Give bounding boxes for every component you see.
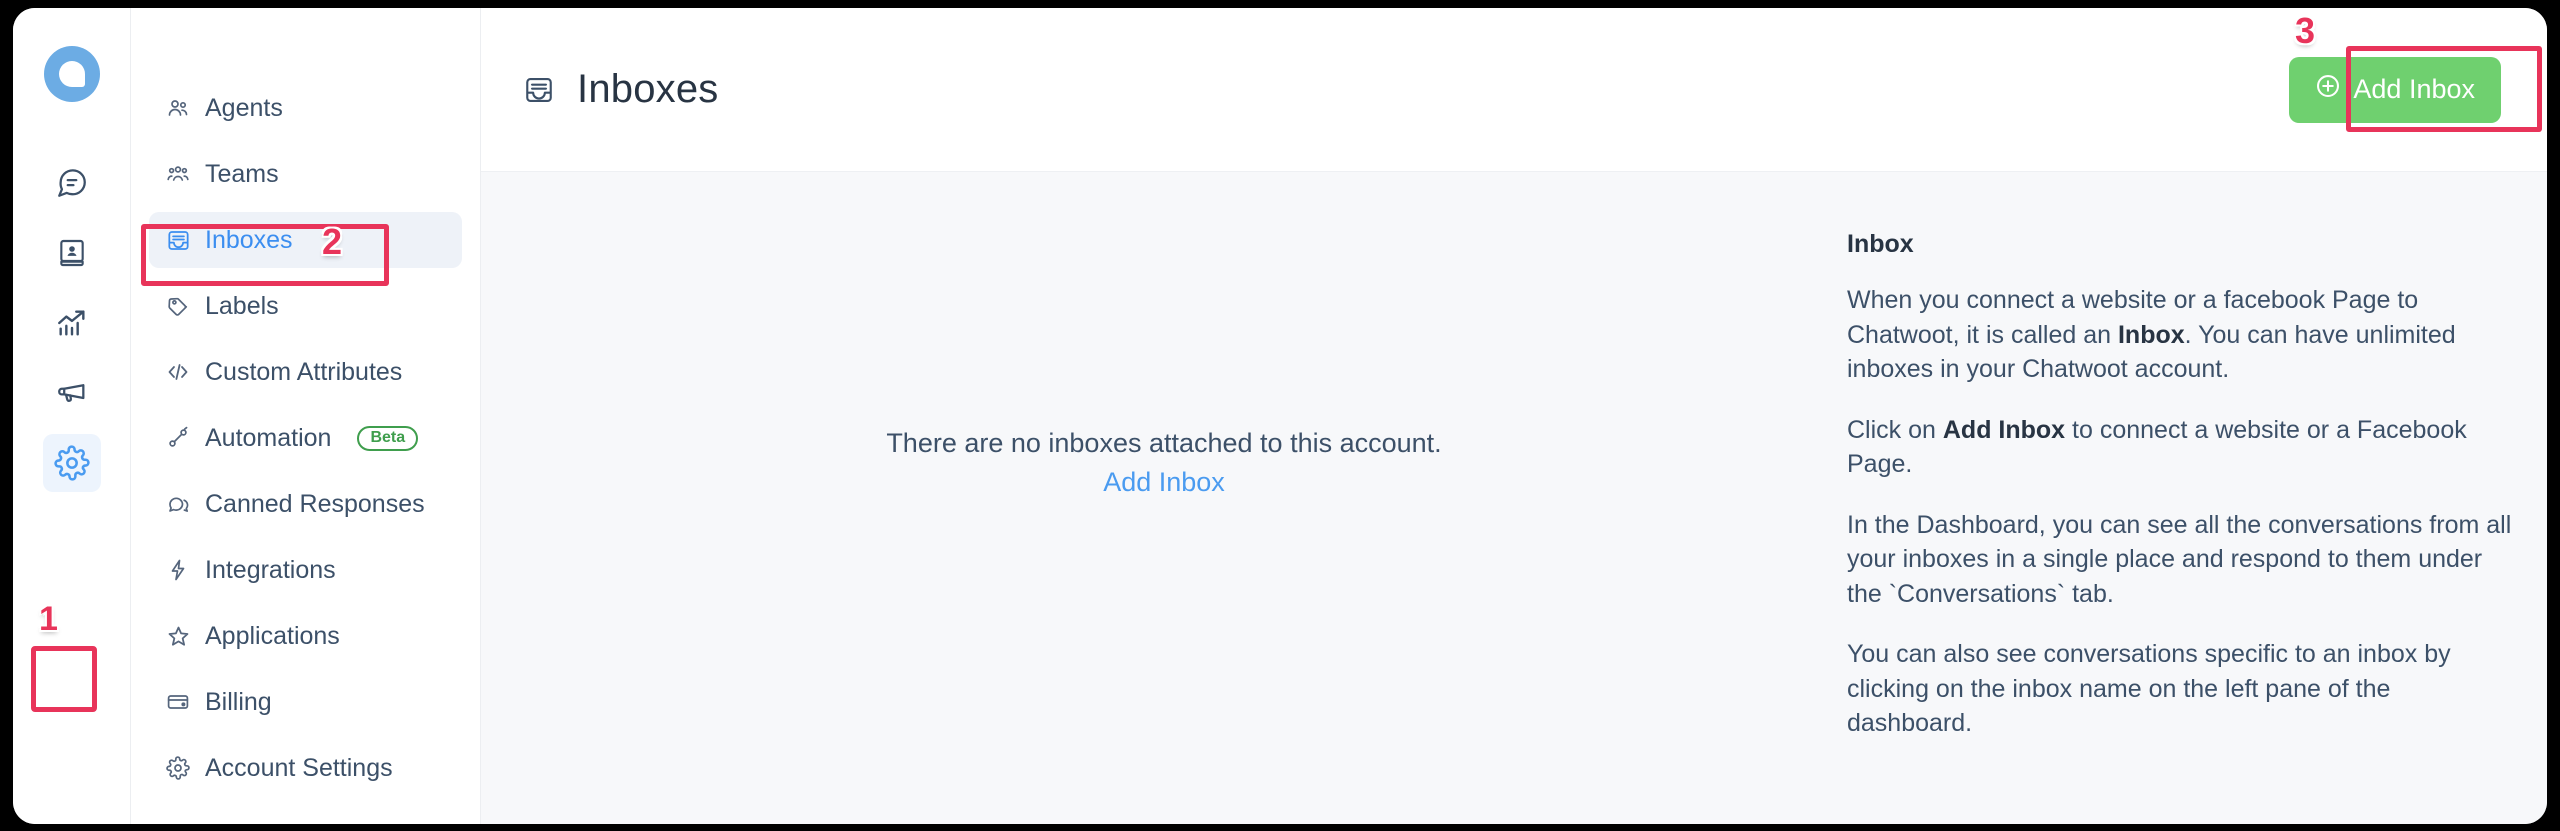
info-emphasis: Add Inbox [1942, 415, 2066, 444]
add-inbox-label: Add Inbox [2353, 74, 2475, 104]
sidebar-item-teams[interactable]: Teams [149, 146, 462, 202]
info-panel-body: When you connect a website or a facebook… [1847, 283, 2517, 741]
agents-icon [165, 95, 191, 121]
sidebar-item-label: Billing [205, 687, 272, 716]
page-header: Inboxes Add Inbox [481, 8, 2547, 172]
sidebar-item-label: Inboxes [205, 225, 293, 254]
rail-item-reports[interactable] [43, 294, 101, 352]
add-inbox-button[interactable]: Add Inbox [2289, 56, 2501, 123]
megaphone-icon [55, 376, 89, 410]
annotation-marker-2: 2 [322, 221, 343, 262]
tag-icon [165, 293, 191, 319]
sidebar-item-applications[interactable]: Applications [149, 608, 462, 664]
main-content: Inboxes Add Inbox There are no inboxes a… [481, 8, 2547, 824]
billing-card-icon [165, 689, 191, 715]
info-panel-title: Inbox [1847, 230, 1914, 258]
chat-bubble-icon [55, 166, 89, 200]
sidebar-item-labels[interactable]: Labels [149, 278, 462, 334]
page-title: Inboxes [577, 67, 719, 111]
empty-state: There are no inboxes attached to this ac… [481, 172, 1847, 824]
canned-response-icon [165, 491, 191, 517]
logo-bubble-shape [58, 61, 85, 87]
gear-icon [53, 445, 90, 481]
chatwoot-logo [43, 46, 100, 102]
settings-sidebar: Agents Teams Inboxes Labels Custom Attri… [131, 8, 481, 824]
sidebar-item-label: Labels [205, 291, 279, 320]
page-body: There are no inboxes attached to this ac… [481, 172, 2547, 824]
integrations-bolt-icon [165, 557, 191, 583]
empty-state-add-inbox-link[interactable]: Add Inbox [1103, 467, 1225, 498]
rail-item-contacts[interactable] [43, 224, 101, 282]
plus-circle-icon [2315, 73, 2341, 106]
sidebar-item-label: Teams [205, 159, 279, 188]
code-icon [165, 359, 191, 385]
info-paragraph: When you connect a website or a facebook… [1847, 283, 2517, 387]
beta-badge: Beta [357, 425, 419, 451]
info-paragraph: Click on Add Inbox to connect a website … [1847, 413, 2517, 482]
gear-icon [165, 755, 191, 781]
sidebar-item-label: Integrations [205, 555, 336, 584]
reports-chart-icon [55, 306, 89, 340]
annotation-marker-1: 1 [39, 600, 58, 638]
sidebar-item-label: Automation [205, 423, 332, 452]
rail-item-conversations[interactable] [43, 154, 101, 212]
info-text: You can also see conversations specific … [1847, 640, 2451, 737]
info-text: Click on [1847, 415, 1943, 444]
sidebar-item-label: Custom Attributes [205, 357, 403, 386]
sidebar-item-label: Account Settings [205, 753, 393, 782]
sidebar-item-custom-attributes[interactable]: Custom Attributes [149, 344, 462, 400]
info-emphasis: Inbox [2117, 320, 2185, 349]
info-paragraph: You can also see conversations specific … [1847, 637, 2517, 741]
sidebar-item-canned-responses[interactable]: Canned Responses [149, 476, 462, 532]
app-window: Agents Teams Inboxes Labels Custom Attri… [13, 8, 2547, 824]
rail-icon-list [42, 154, 101, 496]
teams-icon [165, 161, 191, 187]
sidebar-item-account-settings[interactable]: Account Settings [149, 740, 462, 796]
automation-icon [165, 425, 191, 451]
sidebar-item-label: Canned Responses [205, 489, 425, 518]
info-paragraph: In the Dashboard, you can see all the co… [1847, 508, 2517, 612]
inbox-icon [165, 227, 191, 253]
page-title-group: Inboxes [523, 67, 719, 112]
empty-state-message: There are no inboxes attached to this ac… [886, 428, 1442, 458]
sidebar-item-integrations[interactable]: Integrations [149, 542, 462, 598]
rail-item-settings[interactable] [42, 434, 101, 492]
primary-icon-rail [13, 8, 131, 824]
sidebar-item-automation[interactable]: Automation Beta [149, 410, 462, 466]
info-text: In the Dashboard, you can see all the co… [1847, 510, 2512, 608]
sidebar-item-billing[interactable]: Billing [149, 674, 462, 730]
info-panel: Inbox When you connect a website or a fa… [1847, 172, 2547, 824]
annotation-marker-3: 3 [2295, 10, 2316, 51]
contacts-book-icon [56, 237, 88, 269]
sidebar-item-agents[interactable]: Agents [149, 80, 462, 136]
rail-item-campaigns[interactable] [43, 364, 101, 422]
sidebar-item-label: Applications [205, 621, 340, 650]
inbox-icon [523, 74, 555, 106]
sidebar-item-label: Agents [205, 93, 283, 122]
applications-star-icon [165, 623, 191, 649]
sidebar-item-inboxes[interactable]: Inboxes [149, 212, 462, 268]
